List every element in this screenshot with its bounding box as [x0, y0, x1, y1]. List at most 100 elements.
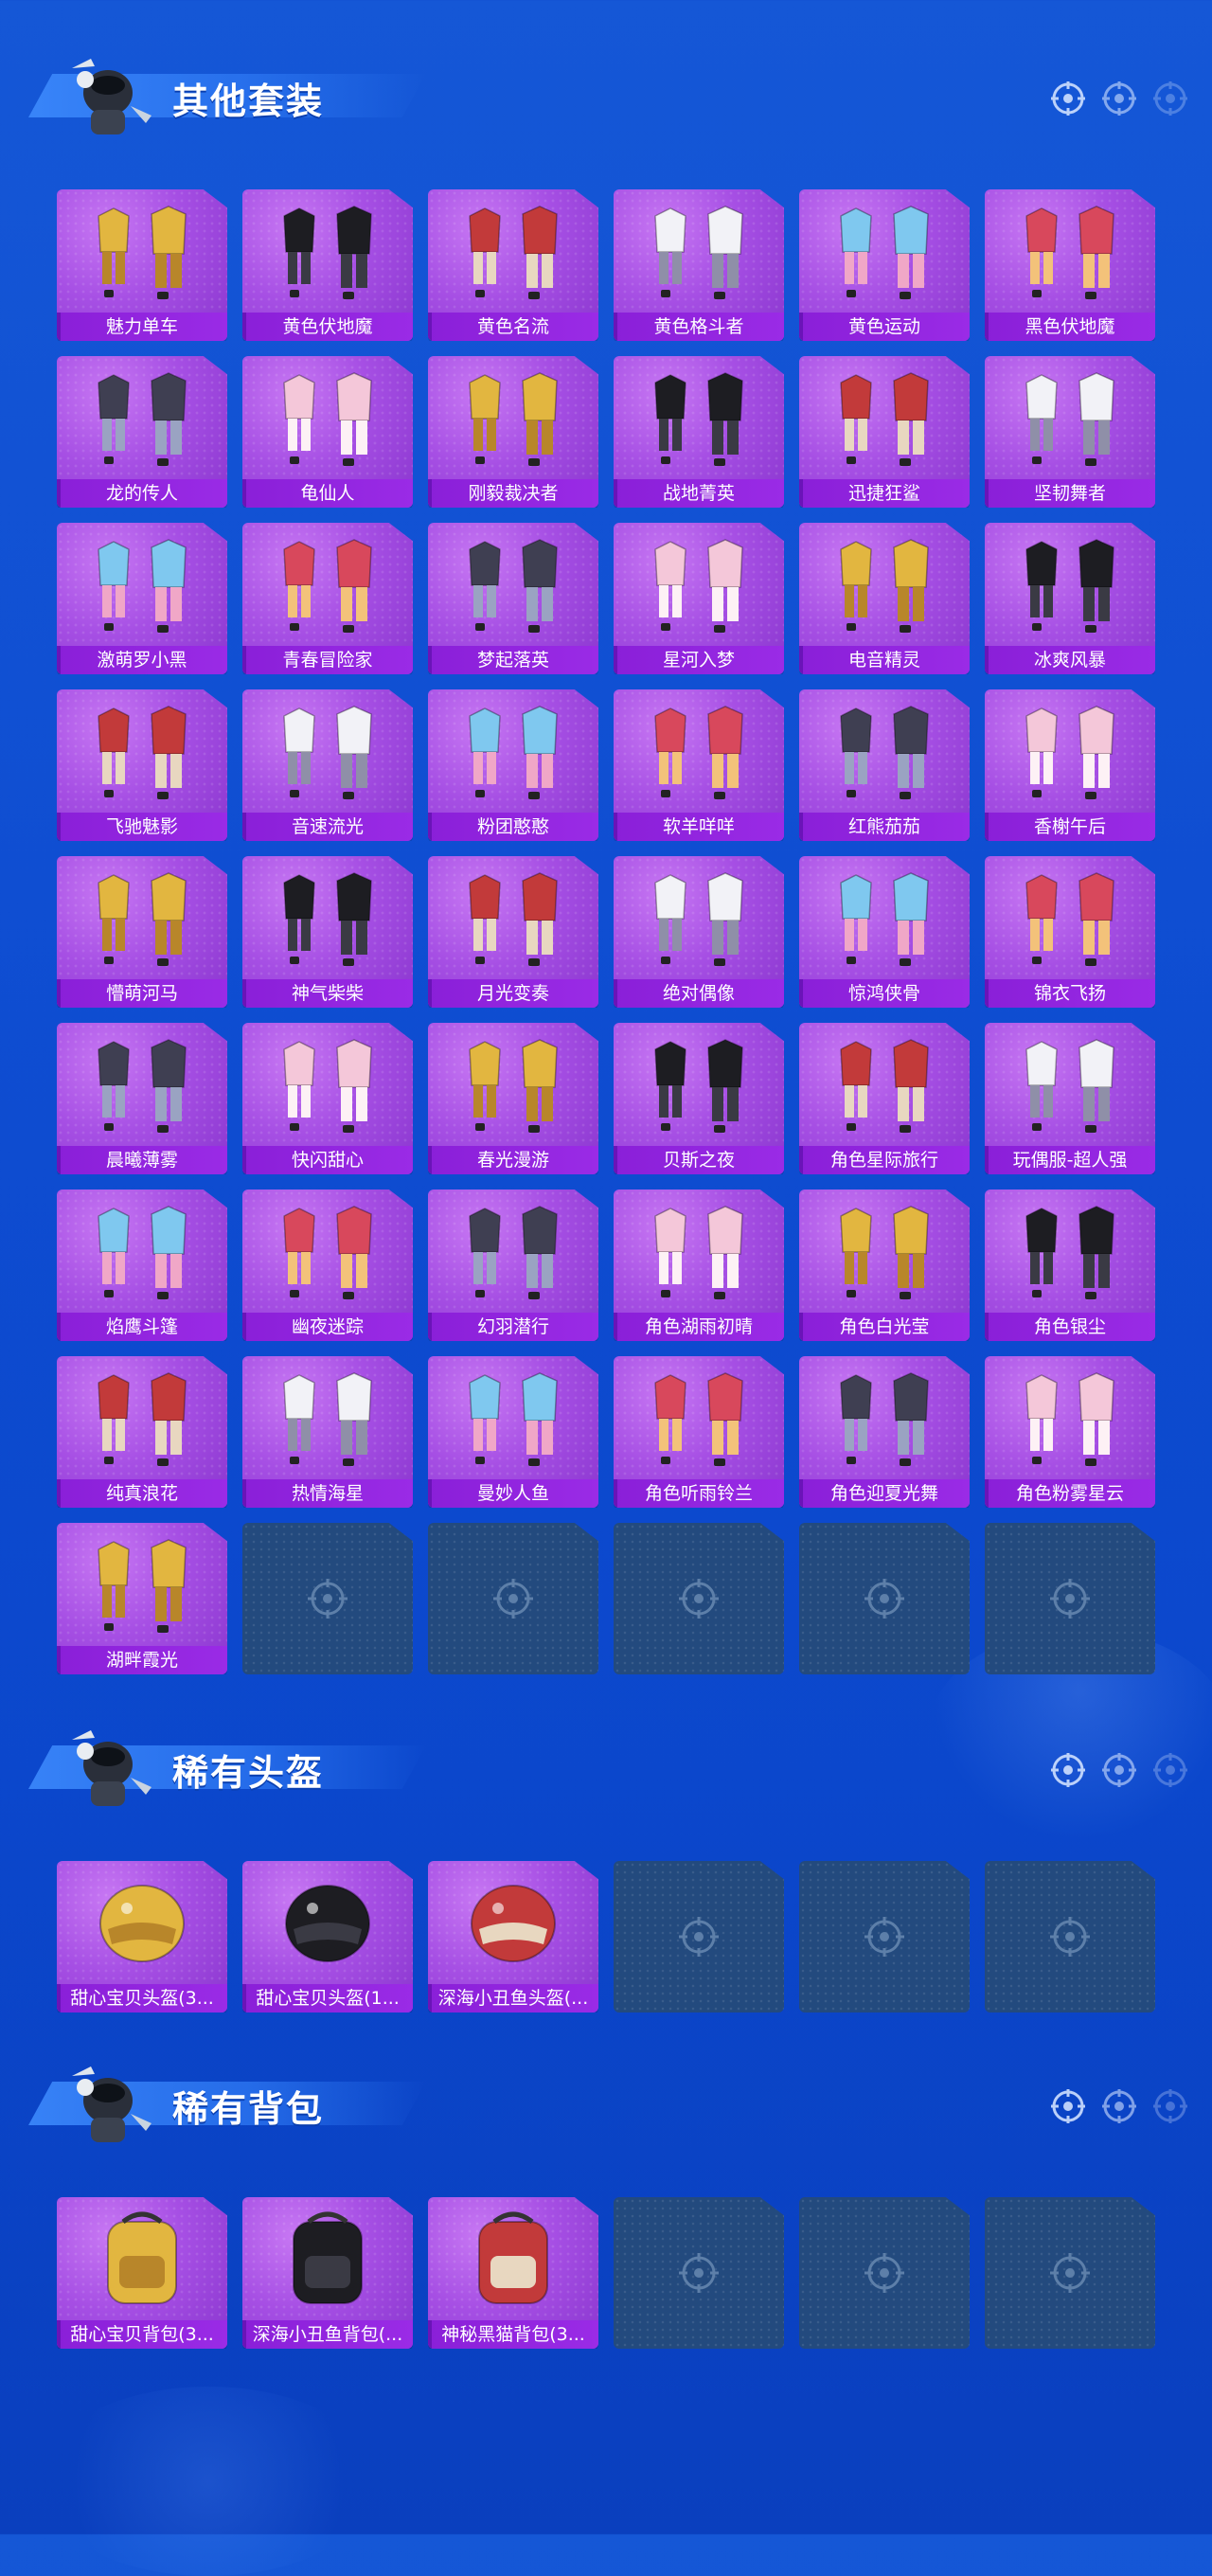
item-card[interactable]: 龟仙人: [242, 356, 413, 508]
item-name: 纯真浪花: [57, 1479, 227, 1508]
item-card[interactable]: 飞驰魅影: [57, 689, 227, 841]
item-card[interactable]: 甜心宝贝背包(3...: [57, 2197, 227, 2349]
outfit-thumbnail: [840, 1372, 929, 1466]
item-card[interactable]: 电音精灵: [799, 523, 970, 674]
item-card[interactable]: 角色听雨铃兰: [614, 1356, 784, 1508]
item-name: 懵萌河马: [57, 979, 227, 1008]
item-card[interactable]: 魅力单车: [57, 189, 227, 341]
item-card[interactable]: 晨曦薄雾: [57, 1023, 227, 1174]
item-card[interactable]: 深海小丑鱼背包(...: [242, 2197, 413, 2349]
item-card[interactable]: 绝对偶像: [614, 856, 784, 1008]
item-card[interactable]: 激萌罗小黑: [57, 523, 227, 674]
outfit-thumbnail: [1025, 1039, 1114, 1133]
outfit-thumbnail: [840, 706, 929, 799]
item-name: 角色湖雨初晴: [614, 1313, 784, 1341]
item-card[interactable]: 神秘黑猫背包(3...: [428, 2197, 598, 2349]
item-name: 角色星际旅行: [799, 1146, 970, 1174]
item-card[interactable]: 香榭午后: [985, 689, 1155, 841]
outfit-thumbnail: [98, 206, 187, 299]
outfit-thumbnail: [283, 539, 372, 633]
item-card[interactable]: 湖畔霞光: [57, 1523, 227, 1674]
item-name: 热情海星: [242, 1479, 413, 1508]
item-card[interactable]: 角色银尘: [985, 1190, 1155, 1341]
item-name: 香榭午后: [985, 813, 1155, 841]
item-card[interactable]: 纯真浪花: [57, 1356, 227, 1508]
item-card[interactable]: 曼妙人鱼: [428, 1356, 598, 1508]
item-card[interactable]: 甜心宝贝头盔(1...: [242, 1861, 413, 2012]
item-card[interactable]: 软羊咩咩: [614, 689, 784, 841]
outfit-thumbnail: [1025, 706, 1114, 799]
item-card[interactable]: 青春冒险家: [242, 523, 413, 674]
item-card[interactable]: 音速流光: [242, 689, 413, 841]
item-card[interactable]: 黄色伏地魔: [242, 189, 413, 341]
crosshair-decoration: [1049, 2087, 1189, 2125]
outfit-thumbnail: [283, 372, 372, 466]
item-card[interactable]: 冰爽风暴: [985, 523, 1155, 674]
item-name: 月光变奏: [428, 979, 598, 1008]
outfit-thumbnail: [469, 872, 558, 966]
item-card[interactable]: 春光漫游: [428, 1023, 598, 1174]
item-card[interactable]: 贝斯之夜: [614, 1023, 784, 1174]
item-card[interactable]: 角色粉雾星云: [985, 1356, 1155, 1508]
item-card[interactable]: 黄色名流: [428, 189, 598, 341]
section-rare-backpacks: 稀有背包 甜心宝贝背包(3... 深海小丑鱼背包(... 神秘黑猫背包(3...: [0, 2046, 1212, 2349]
item-card[interactable]: 黑色伏地魔: [985, 189, 1155, 341]
crosshair-icon: [1153, 2089, 1187, 2123]
item-card[interactable]: 深海小丑鱼头盔(...: [428, 1861, 598, 2012]
outfit-thumbnail: [1025, 372, 1114, 466]
item-card[interactable]: 战地菁英: [614, 356, 784, 508]
backpack-thumbnail: [107, 2211, 177, 2304]
item-card[interactable]: 梦起落英: [428, 523, 598, 674]
helmet-thumbnail: [471, 1885, 556, 1962]
item-card[interactable]: 懵萌河马: [57, 856, 227, 1008]
item-card[interactable]: 月光变奏: [428, 856, 598, 1008]
crosshair-icon: [1102, 2089, 1136, 2123]
item-card[interactable]: 迅捷狂鲨: [799, 356, 970, 508]
item-card[interactable]: 锦衣飞扬: [985, 856, 1155, 1008]
item-card[interactable]: 热情海星: [242, 1356, 413, 1508]
crosshair-icon: [1051, 81, 1085, 116]
item-name: 绝对偶像: [614, 979, 784, 1008]
item-card[interactable]: 黄色运动: [799, 189, 970, 341]
empty-slot: [428, 1523, 598, 1674]
crosshair-icon: [1102, 1753, 1136, 1787]
item-card[interactable]: 幻羽潜行: [428, 1190, 598, 1341]
item-card[interactable]: 玩偶服-超人强: [985, 1023, 1155, 1174]
section-title: 其他套装: [172, 80, 325, 122]
background-glow-decoration: [38, 2387, 379, 2576]
item-name: 湖畔霞光: [57, 1646, 227, 1674]
crosshair-icon: [679, 1579, 719, 1619]
outfit-thumbnail: [469, 206, 558, 299]
item-card[interactable]: 刚毅裁决者: [428, 356, 598, 508]
item-grid: 甜心宝贝头盔(3... 甜心宝贝头盔(1... 深海小丑鱼头盔(...: [57, 1861, 1155, 2012]
item-card[interactable]: 龙的传人: [57, 356, 227, 508]
crosshair-icon: [1051, 2089, 1085, 2123]
item-card[interactable]: 角色白光莹: [799, 1190, 970, 1341]
item-card[interactable]: 角色迎夏光舞: [799, 1356, 970, 1508]
item-grid: 魅力单车 黄色伏地魔 黄色名流 黄色格斗者 黄色运动 黑色伏地魔龙的传人 龟仙人 刚毅裁决者战…: [57, 189, 1155, 1674]
item-card[interactable]: 角色星际旅行: [799, 1023, 970, 1174]
item-card[interactable]: 惊鸿侠骨: [799, 856, 970, 1008]
crosshair-icon: [1050, 2253, 1090, 2293]
item-name: 神秘黑猫背包(3...: [428, 2320, 598, 2349]
item-card[interactable]: 星河入梦: [614, 523, 784, 674]
item-card[interactable]: 粉团憨憨: [428, 689, 598, 841]
outfit-thumbnail: [840, 372, 929, 466]
item-name: 焰鹰斗篷: [57, 1313, 227, 1341]
item-card[interactable]: 坚韧舞者: [985, 356, 1155, 508]
item-card[interactable]: 红熊茄茄: [799, 689, 970, 841]
item-card[interactable]: 角色湖雨初晴: [614, 1190, 784, 1341]
item-card[interactable]: 焰鹰斗篷: [57, 1190, 227, 1341]
outfit-thumbnail: [654, 872, 743, 966]
outfit-thumbnail: [840, 206, 929, 299]
crosshair-icon: [308, 1579, 348, 1619]
item-name: 神气柴柴: [242, 979, 413, 1008]
item-card[interactable]: 黄色格斗者: [614, 189, 784, 341]
item-card[interactable]: 甜心宝贝头盔(3...: [57, 1861, 227, 2012]
item-card[interactable]: 快闪甜心: [242, 1023, 413, 1174]
item-card[interactable]: 幽夜迷踪: [242, 1190, 413, 1341]
outfit-thumbnail: [469, 1206, 558, 1299]
item-name: 红熊茄茄: [799, 813, 970, 841]
item-card[interactable]: 神气柴柴: [242, 856, 413, 1008]
crosshair-icon: [864, 1579, 904, 1619]
